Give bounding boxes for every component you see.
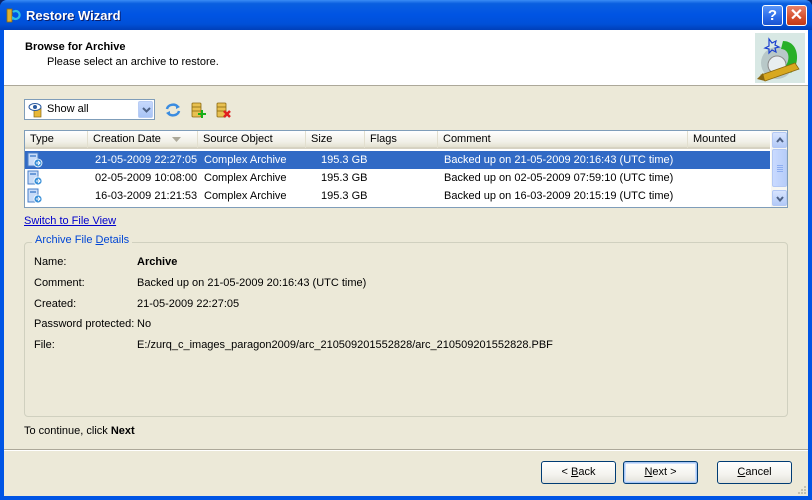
back-button-label: ack bbox=[578, 466, 596, 478]
page-title: Browse for Archive bbox=[25, 41, 126, 53]
legend-text: Archive File bbox=[35, 234, 96, 246]
legend-text-rest: etails bbox=[103, 234, 130, 246]
delete-archive-icon[interactable] bbox=[214, 101, 232, 119]
footer-separator bbox=[4, 449, 808, 451]
creation-date-cell: 21-05-2009 22:27:05 bbox=[95, 154, 198, 166]
password-protected-value: No bbox=[137, 318, 152, 330]
chevron-down-icon[interactable] bbox=[138, 101, 153, 118]
eye-filter-icon bbox=[28, 103, 42, 118]
archive-file-details-legend: Archive File Details bbox=[32, 234, 133, 246]
close-button[interactable]: ✕ bbox=[786, 5, 807, 26]
filter-dropdown[interactable]: Show all bbox=[24, 99, 155, 120]
table-row[interactable]: 16-03-2009 21:21:53 Complex Archive 195.… bbox=[25, 187, 770, 205]
cancel-button-label: ancel bbox=[745, 466, 772, 478]
source-object-cell: Complex Archive bbox=[204, 172, 287, 184]
restore-wizard-icon bbox=[6, 8, 21, 23]
created-value: 21-05-2009 22:27:05 bbox=[137, 298, 240, 310]
grip-line bbox=[777, 169, 783, 170]
column-flags[interactable]: Flags bbox=[365, 131, 438, 148]
cancel-button[interactable]: Cancel bbox=[717, 461, 792, 484]
page-subtitle: Please select an archive to restore. bbox=[47, 56, 219, 68]
comment-cell: Backed up on 16-03-2009 20:15:19 (UTC ti… bbox=[444, 190, 674, 202]
name-value: Archive bbox=[137, 256, 178, 268]
creation-date-cell: 02-05-2009 10:08:00 bbox=[95, 172, 198, 184]
vertical-scrollbar[interactable] bbox=[771, 131, 787, 207]
sort-descending-icon bbox=[172, 137, 181, 142]
comment-cell: Backed up on 02-05-2009 07:59:10 (UTC ti… bbox=[444, 172, 674, 184]
help-button[interactable]: ? bbox=[762, 5, 783, 26]
scroll-up-button[interactable] bbox=[772, 132, 787, 148]
restore-logo-icon bbox=[755, 33, 805, 83]
grip-line bbox=[777, 167, 783, 168]
refresh-icon[interactable] bbox=[164, 101, 182, 119]
scroll-down-button[interactable] bbox=[772, 190, 787, 206]
column-type[interactable]: Type bbox=[25, 131, 88, 148]
size-cell: 195.3 GB bbox=[321, 172, 368, 184]
column-creation-date-label: Creation Date bbox=[93, 133, 161, 145]
back-button[interactable]: < Back bbox=[541, 461, 616, 484]
back-button-prefix: < bbox=[561, 466, 571, 478]
restore-wizard-window: Restore Wizard ? ✕ Browse for Archive Pl… bbox=[0, 0, 812, 500]
grip-line bbox=[777, 171, 783, 172]
scroll-thumb[interactable] bbox=[772, 149, 787, 187]
password-protected-label: Password protected: bbox=[34, 318, 135, 330]
table-row[interactable]: 02-05-2009 10:08:00 Complex Archive 195.… bbox=[25, 169, 770, 187]
continue-hint: To continue, click Next bbox=[24, 425, 135, 437]
window-title: Restore Wizard bbox=[26, 8, 121, 23]
continue-hint-text: To continue, click bbox=[24, 425, 111, 437]
comment-value: Backed up on 21-05-2009 20:16:43 (UTC ti… bbox=[137, 277, 367, 289]
chevron-up-icon bbox=[776, 137, 784, 143]
name-label: Name: bbox=[34, 256, 67, 268]
next-button-label: ext > bbox=[652, 466, 677, 478]
table-row[interactable]: 21-05-2009 22:27:05 Complex Archive 195.… bbox=[25, 151, 770, 169]
column-source-object[interactable]: Source Object bbox=[198, 131, 306, 148]
add-archive-icon[interactable] bbox=[189, 101, 207, 119]
title-bar[interactable]: Restore Wizard ? ✕ bbox=[0, 0, 812, 30]
next-button[interactable]: Next > bbox=[623, 461, 698, 484]
archive-icon bbox=[27, 170, 43, 186]
switch-to-file-view-link[interactable]: Switch to File View bbox=[24, 215, 116, 227]
creation-date-cell: 16-03-2009 21:21:53 bbox=[95, 190, 198, 202]
size-cell: 195.3 GB bbox=[321, 154, 368, 166]
archive-icon bbox=[27, 152, 43, 168]
wizard-body: Browse for Archive Please select an arch… bbox=[4, 30, 808, 496]
grip-line bbox=[777, 165, 783, 166]
column-mounted[interactable]: Mounted bbox=[688, 131, 770, 148]
column-size[interactable]: Size bbox=[306, 131, 365, 148]
source-object-cell: Complex Archive bbox=[204, 190, 287, 202]
archive-list[interactable]: Type Creation Date Source Object Size Fl… bbox=[24, 130, 788, 208]
column-creation-date[interactable]: Creation Date bbox=[88, 131, 198, 148]
size-cell: 195.3 GB bbox=[321, 190, 368, 202]
chevron-down-icon bbox=[776, 196, 784, 202]
created-label: Created: bbox=[34, 298, 77, 310]
comment-cell: Backed up on 21-05-2009 20:16:43 (UTC ti… bbox=[444, 154, 674, 166]
wizard-header: Browse for Archive Please select an arch… bbox=[4, 30, 808, 86]
source-object-cell: Complex Archive bbox=[204, 154, 287, 166]
column-comment[interactable]: Comment bbox=[438, 131, 688, 148]
continue-hint-next: Next bbox=[110, 425, 135, 437]
archive-icon bbox=[27, 188, 43, 204]
filter-selected-value: Show all bbox=[47, 103, 89, 115]
resize-grip-icon[interactable] bbox=[796, 484, 806, 494]
comment-label: Comment: bbox=[34, 277, 85, 289]
file-label: File: bbox=[34, 339, 55, 351]
list-header: Type Creation Date Source Object Size Fl… bbox=[25, 131, 770, 149]
file-path-value: E:/zurq_c_images_paragon2009/arc_2105092… bbox=[137, 339, 553, 351]
